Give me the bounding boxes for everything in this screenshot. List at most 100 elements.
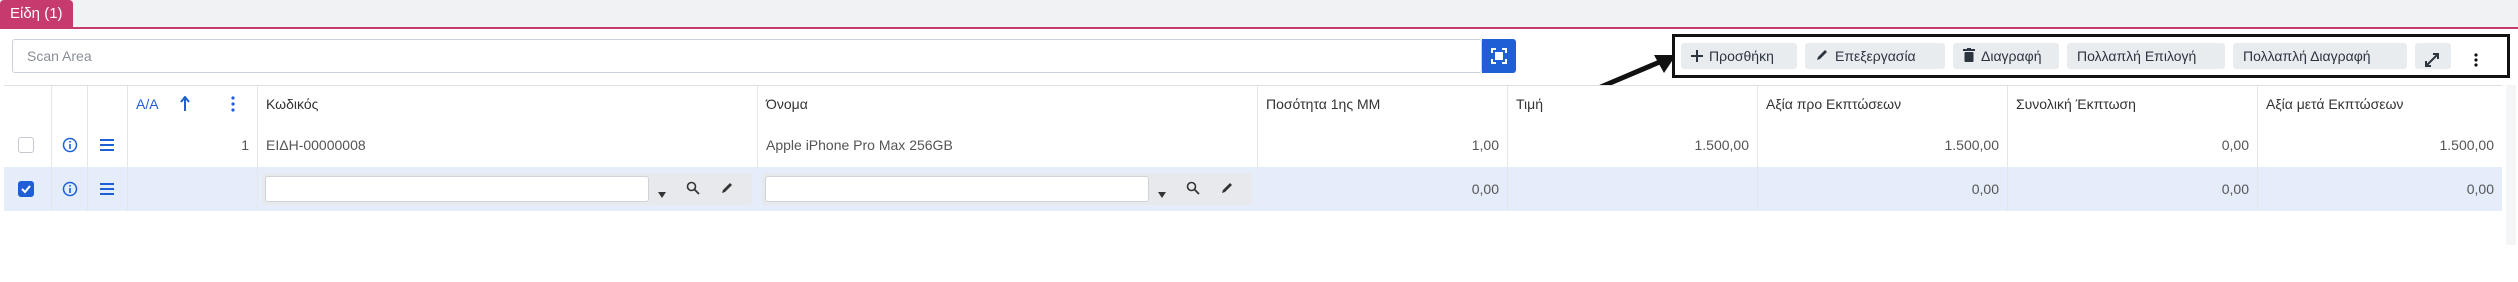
column-header-discount-label: Συνολική Έκπτωση: [2016, 96, 2136, 112]
header-select-cell: [4, 86, 52, 124]
fullscreen-button[interactable]: [2415, 43, 2451, 69]
cell-discount-value: 0,00: [2221, 137, 2249, 153]
items-panel: Προσθήκη Επεξεργασία Διαγραφή Πολλαπλή Ε…: [0, 29, 2518, 282]
code-input[interactable]: [265, 176, 649, 202]
cell-value-before-value: 1.500,00: [1944, 137, 2000, 153]
cell-price: 1.500,00: [1508, 123, 1758, 167]
code-lookup: [262, 173, 752, 205]
search-icon[interactable]: [1186, 181, 1200, 198]
vertical-scrollbar[interactable]: [2506, 85, 2516, 245]
cell-value-before: 0,00: [1758, 167, 2008, 211]
dropdown-arrow-icon[interactable]: [1158, 185, 1166, 201]
info-icon[interactable]: [62, 181, 78, 200]
row-checkbox[interactable]: [18, 137, 34, 153]
info-icon[interactable]: [62, 137, 78, 156]
cell-value-after-value: 0,00: [2466, 181, 2494, 197]
column-header-aa-label: Α/Α: [136, 96, 159, 112]
cell-price[interactable]: [1508, 167, 1758, 211]
cell-code: ΕΙΔΗ-00000008: [258, 123, 758, 167]
column-header-aa[interactable]: Α/Α: [128, 86, 258, 124]
pencil-icon: [1815, 44, 1829, 70]
cell-qty-value: 0,00: [1471, 181, 1499, 197]
delete-button[interactable]: Διαγραφή: [1953, 43, 2059, 69]
pencil-icon[interactable]: [720, 181, 734, 198]
row-menu-cell: [88, 167, 128, 211]
cell-discount: 0,00: [2008, 123, 2258, 167]
column-header-value-before[interactable]: Αξία προ Εκπτώσεων: [1758, 86, 2008, 124]
column-menu-icon[interactable]: [231, 96, 235, 115]
column-header-qty[interactable]: Ποσότητα 1ης ΜΜ: [1258, 86, 1508, 124]
more-options-button[interactable]: [2459, 43, 2495, 69]
cell-value-after: 1.500,00: [2258, 123, 2502, 167]
add-button-label: Προσθήκη: [1709, 48, 1774, 64]
scan-area-input[interactable]: [12, 39, 1482, 73]
plus-icon: [1691, 44, 1703, 70]
column-header-code[interactable]: Κωδικός: [258, 86, 758, 124]
cell-qty-value: 1,00: [1471, 137, 1499, 153]
grid-toolbar: Προσθήκη Επεξεργασία Διαγραφή Πολλαπλή Ε…: [1672, 34, 2510, 78]
dropdown-arrow-icon[interactable]: [658, 185, 666, 201]
add-button[interactable]: Προσθήκη: [1681, 43, 1797, 69]
header-menu-cell: [88, 86, 128, 124]
trash-icon: [1963, 44, 1975, 70]
cell-value-before: 1.500,00: [1758, 123, 2008, 167]
row-menu-cell: [88, 123, 128, 167]
cell-value-after-value: 1.500,00: [2439, 137, 2495, 153]
column-header-qty-label: Ποσότητα 1ης ΜΜ: [1266, 96, 1381, 112]
multi-delete-button[interactable]: Πολλαπλή Διαγραφή: [2233, 43, 2407, 69]
cell-price-value: 1.500,00: [1694, 137, 1750, 153]
cell-discount-value: 0,00: [2221, 181, 2249, 197]
cell-qty: 1,00: [1258, 123, 1508, 167]
cell-aa-value: 1: [241, 137, 249, 153]
column-header-discount[interactable]: Συνολική Έκπτωση: [2008, 86, 2258, 124]
column-header-value-after-label: Αξία μετά Εκπτώσεων: [2266, 96, 2404, 112]
search-icon[interactable]: [686, 181, 700, 198]
checkmark-icon: [21, 185, 31, 194]
column-header-name[interactable]: Όνομα: [758, 86, 1258, 124]
row-info-cell: [52, 167, 88, 211]
cell-discount: 0,00: [2008, 167, 2258, 211]
table-row-editing[interactable]: 0,00 0,00 0,00 0,00: [4, 167, 2502, 211]
cell-name-value: Apple iPhone Pro Max 256GB: [766, 137, 953, 153]
expand-icon: [2425, 49, 2439, 75]
name-lookup: [762, 173, 1252, 205]
column-header-name-label: Όνομα: [766, 96, 808, 112]
cell-aa: [128, 167, 258, 211]
column-header-code-label: Κωδικός: [266, 96, 319, 112]
grid-header: Α/Α Κωδικός Όνομα Ποσότητα 1ης ΜΜ Τιμή Α…: [4, 85, 2502, 125]
sort-ascending-icon: [180, 95, 190, 115]
column-header-value-after[interactable]: Αξία μετά Εκπτώσεων: [2258, 86, 2502, 124]
cell-name-editor: [758, 167, 1258, 211]
row-select-cell: [4, 167, 52, 211]
multi-select-button-label: Πολλαπλή Επιλογή: [2077, 48, 2197, 64]
name-input[interactable]: [765, 176, 1149, 202]
hamburger-icon[interactable]: [100, 138, 114, 154]
delete-button-label: Διαγραφή: [1981, 48, 2042, 64]
multi-delete-button-label: Πολλαπλή Διαγραφή: [2243, 48, 2371, 64]
row-info-cell: [52, 123, 88, 167]
scan-icon: [1491, 48, 1507, 64]
edit-button-label: Επεξεργασία: [1835, 48, 1916, 64]
cell-code-value: ΕΙΔΗ-00000008: [266, 137, 366, 153]
row-select-cell: [4, 123, 52, 167]
header-info-cell: [52, 86, 88, 124]
column-header-price-label: Τιμή: [1516, 96, 1543, 112]
scan-button[interactable]: [1482, 39, 1516, 73]
row-checkbox-checked[interactable]: [18, 181, 34, 197]
cell-name: Apple iPhone Pro Max 256GB: [758, 123, 1258, 167]
edit-button[interactable]: Επεξεργασία: [1805, 43, 1945, 69]
cell-value-after: 0,00: [2258, 167, 2502, 211]
cell-value-before-value: 0,00: [1971, 181, 1999, 197]
cell-qty[interactable]: 0,00: [1258, 167, 1508, 211]
pencil-icon[interactable]: [1220, 181, 1234, 198]
multi-select-button[interactable]: Πολλαπλή Επιλογή: [2067, 43, 2225, 69]
hamburger-icon[interactable]: [100, 182, 114, 198]
column-header-price[interactable]: Τιμή: [1508, 86, 1758, 124]
tab-bar: Είδη (1): [0, 0, 2518, 29]
column-header-value-before-label: Αξία προ Εκπτώσεων: [1766, 96, 1902, 112]
cell-aa: 1: [128, 123, 258, 167]
more-vertical-icon: [2474, 49, 2478, 75]
tab-items[interactable]: Είδη (1): [0, 0, 73, 27]
table-row[interactable]: 1 ΕΙΔΗ-00000008 Apple iPhone Pro Max 256…: [4, 123, 2502, 168]
cell-code-editor: [258, 167, 758, 211]
